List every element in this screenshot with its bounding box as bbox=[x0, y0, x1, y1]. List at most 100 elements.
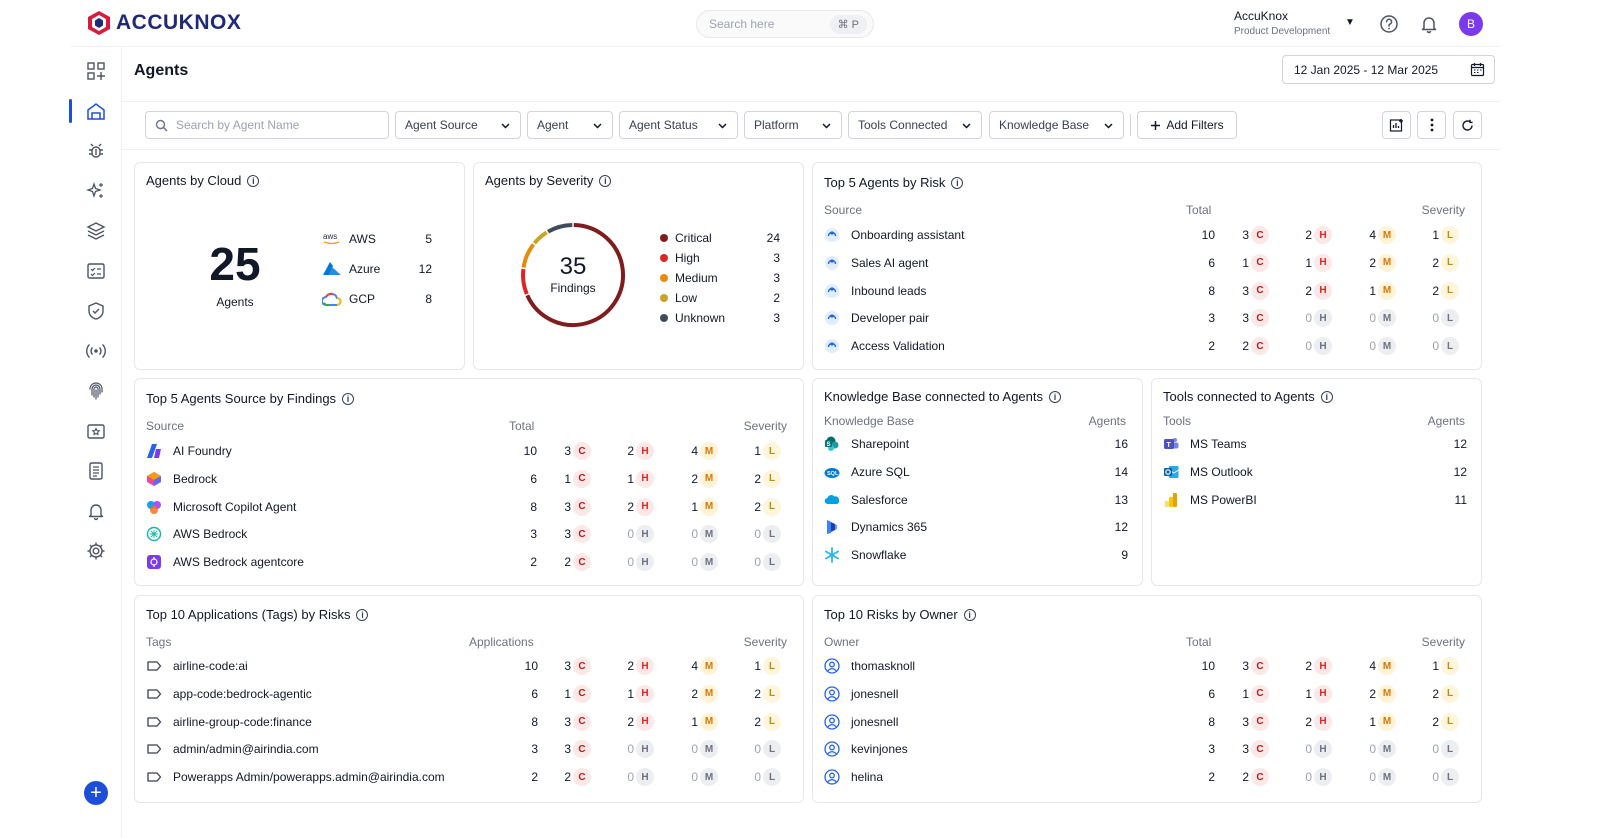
table-row[interactable]: AWS Bedrock 3 3 C 0 H 0 M 0 L bbox=[146, 524, 791, 544]
sidebar-item-compliance[interactable] bbox=[84, 259, 108, 283]
info-icon[interactable]: i bbox=[342, 392, 355, 405]
donut-slice-low[interactable] bbox=[532, 230, 548, 245]
info-icon[interactable]: i bbox=[951, 176, 964, 189]
add-filters-button[interactable]: Add Filters bbox=[1137, 111, 1237, 139]
table-row[interactable]: MS PowerBI 11 bbox=[1163, 490, 1467, 510]
filter-knowledge-base[interactable]: Knowledge Base bbox=[989, 111, 1124, 139]
table-row[interactable]: kevinjones 3 3 C 0 H 0 M 0 L bbox=[824, 739, 1469, 759]
severity-h-badge: H bbox=[1314, 657, 1332, 675]
severity-c-badge: C bbox=[1251, 337, 1269, 356]
row-total: 6 bbox=[531, 686, 538, 701]
info-icon[interactable]: i bbox=[963, 608, 976, 621]
org-switcher[interactable]: AccuKnox Product Development bbox=[1234, 9, 1330, 37]
refresh-button[interactable] bbox=[1453, 111, 1482, 139]
sidebar-item-inventory[interactable] bbox=[84, 419, 108, 443]
severity-count-value: 0 bbox=[627, 770, 634, 785]
cloud-count: 12 bbox=[418, 262, 432, 276]
sidebar-item-layers[interactable] bbox=[84, 219, 108, 243]
severity-h-badge: H bbox=[636, 497, 654, 516]
caret-down-icon[interactable]: ▼ bbox=[1345, 17, 1355, 28]
sidebar-item-settings[interactable] bbox=[84, 539, 108, 563]
table-row[interactable]: AI Foundry 10 3 C 2 H 4 M 1 L bbox=[146, 441, 791, 461]
table-row[interactable]: Bedrock 6 1 C 1 H 2 M 2 L bbox=[146, 469, 791, 489]
table-row[interactable]: T MS Teams 12 bbox=[1163, 434, 1467, 454]
severity-count-value: 3 bbox=[1242, 714, 1249, 729]
global-search-input[interactable]: Search here ⌘ P bbox=[696, 10, 874, 38]
sidebar-item-security[interactable] bbox=[84, 299, 108, 323]
table-row[interactable]: Access Validation 2 2 C 0 H 0 M 0 L bbox=[824, 336, 1469, 356]
info-icon[interactable]: i bbox=[599, 174, 612, 187]
legend-label: Low bbox=[675, 291, 698, 305]
severity-m-count: 1 M bbox=[1364, 281, 1396, 300]
severity-h-count: 2 H bbox=[622, 657, 654, 675]
table-row[interactable]: admin/admin@airindia.com 3 3 C 0 H 0 M 0… bbox=[146, 739, 791, 759]
sidebar-item-vulnerabilities[interactable] bbox=[84, 139, 108, 163]
user-avatar[interactable]: B bbox=[1459, 12, 1483, 36]
table-row[interactable]: jonesnell 8 3 C 2 H 1 M 2 L bbox=[824, 712, 1469, 732]
bell-icon[interactable] bbox=[1419, 14, 1439, 34]
table-row[interactable]: Dynamics 365 12 bbox=[824, 517, 1128, 537]
severity-count-value: 2 bbox=[691, 471, 698, 486]
filter-platform[interactable]: Platform bbox=[744, 111, 842, 139]
donut-slice-unknown[interactable] bbox=[547, 223, 573, 234]
table-row[interactable]: airline-code:ai 10 3 C 2 H 4 M 1 L bbox=[146, 656, 791, 676]
donut-slice-medium[interactable] bbox=[521, 243, 536, 268]
table-row[interactable]: Onboarding assistant 10 3 C 2 H 4 M 1 L bbox=[824, 225, 1469, 245]
table-row[interactable]: Microsoft Copilot Agent 8 3 C 2 H 1 M 2 … bbox=[146, 497, 791, 517]
table-row[interactable]: Inbound leads 8 3 C 2 H 1 M 2 L bbox=[824, 281, 1469, 301]
filter-agent-source[interactable]: Agent Source bbox=[395, 111, 521, 139]
add-button[interactable]: + bbox=[84, 781, 108, 805]
sidebar-item-ai[interactable] bbox=[84, 179, 108, 203]
legend-label: Unknown bbox=[675, 311, 726, 325]
filter-agent[interactable]: Agent bbox=[527, 111, 613, 139]
table-row[interactable]: Snowflake 9 bbox=[824, 545, 1128, 565]
table-row[interactable]: app-code:bedrock-agentic 6 1 C 1 H 2 M 2… bbox=[146, 684, 791, 704]
severity-h-badge: H bbox=[1314, 740, 1332, 759]
table-row[interactable]: AWS Bedrock agentcore 2 2 C 0 H 0 M 0 L bbox=[146, 552, 791, 572]
table-row[interactable]: helina 2 2 C 0 H 0 M 0 L bbox=[824, 767, 1469, 787]
card-title: Agents by Severity i bbox=[485, 173, 612, 188]
plus-icon: + bbox=[90, 782, 102, 804]
table-row[interactable]: MS Outlook 12 bbox=[1163, 462, 1467, 482]
sidebar-item-agents[interactable] bbox=[84, 99, 108, 123]
accuknox-logo[interactable]: ACCUKNOX bbox=[86, 10, 241, 36]
info-icon[interactable]: i bbox=[356, 608, 369, 621]
table-row[interactable]: thomasknoll 10 3 C 2 H 4 M 1 L bbox=[824, 656, 1469, 676]
severity-c-badge: C bbox=[573, 497, 591, 516]
severity-h-count: 0 H bbox=[1300, 768, 1332, 787]
filter-agent-status[interactable]: Agent Status bbox=[619, 111, 738, 139]
table-row[interactable]: SQL Azure SQL 14 bbox=[824, 462, 1128, 482]
help-icon[interactable] bbox=[1379, 14, 1399, 34]
filter-tools-connected[interactable]: Tools Connected bbox=[848, 111, 982, 139]
severity-c-count: 3 C bbox=[559, 442, 591, 460]
sidebar-item-identity[interactable] bbox=[84, 379, 108, 403]
more-options-button[interactable] bbox=[1417, 111, 1446, 139]
export-chart-button[interactable] bbox=[1382, 111, 1411, 139]
agent-search-input[interactable]: Search by Agent Name bbox=[145, 111, 389, 139]
table-row[interactable]: Salesforce 13 bbox=[824, 490, 1128, 510]
sidebar-item-notifications[interactable] bbox=[84, 499, 108, 523]
severity-count-value: 2 bbox=[627, 659, 634, 673]
legend-label: High bbox=[675, 251, 700, 265]
severity-c-badge: C bbox=[573, 442, 591, 460]
table-row[interactable]: airline-group-code:finance 8 3 C 2 H 1 M… bbox=[146, 712, 791, 732]
donut-slice-high[interactable] bbox=[521, 268, 529, 295]
row-agents-count: 12 bbox=[1453, 464, 1467, 479]
sidebar-item-dashboard[interactable] bbox=[84, 59, 108, 83]
info-icon[interactable]: i bbox=[1049, 390, 1061, 403]
table-row[interactable]: Powerapps Admin/powerapps.admin@airindia… bbox=[146, 767, 791, 787]
table-row[interactable]: Developer pair 3 3 C 0 H 0 M 0 L bbox=[824, 308, 1469, 328]
add-filters-label: Add Filters bbox=[1166, 118, 1224, 132]
info-icon[interactable]: i bbox=[1320, 390, 1333, 403]
severity-count-value: 1 bbox=[1369, 283, 1376, 298]
table-row[interactable]: Sales AI agent 6 1 C 1 H 2 M 2 L bbox=[824, 253, 1469, 273]
sidebar-item-reports[interactable] bbox=[84, 459, 108, 483]
table-row[interactable]: jonesnell 6 1 C 1 H 2 M 2 L bbox=[824, 684, 1469, 704]
sidebar-item-runtime[interactable] bbox=[84, 339, 108, 363]
severity-m-badge: M bbox=[1378, 740, 1396, 759]
table-row[interactable]: S Sharepoint 16 bbox=[824, 434, 1128, 454]
severity-h-count: 0 H bbox=[1300, 740, 1332, 759]
severity-l-badge: L bbox=[1441, 309, 1459, 328]
info-icon[interactable]: i bbox=[247, 174, 260, 187]
date-range-picker[interactable]: 12 Jan 2025 - 12 Mar 2025 bbox=[1282, 55, 1495, 84]
